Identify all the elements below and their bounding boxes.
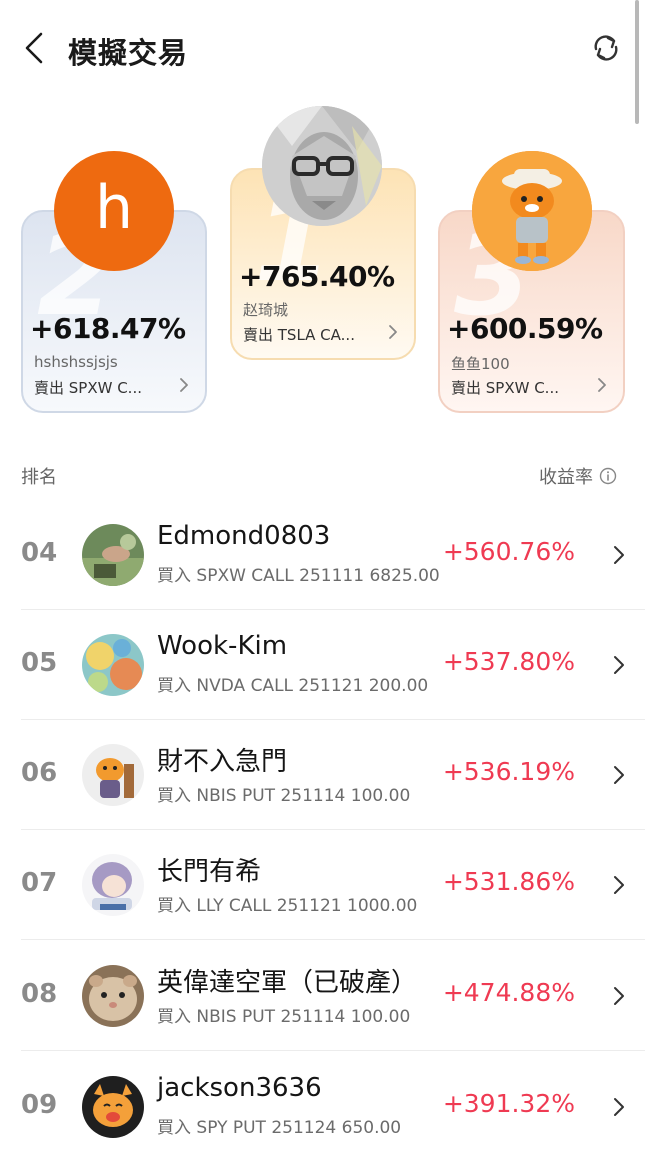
chevron-right-icon — [180, 378, 188, 392]
ranking-row[interactable]: 05 Wook-Kim 買入 NVDA CALL 251121 200.00 +… — [0, 610, 645, 720]
user-name: 英偉達空軍（已破產） — [157, 968, 418, 998]
divider — [21, 939, 645, 940]
rank-number: 04 — [21, 538, 58, 568]
info-icon[interactable] — [599, 467, 617, 485]
return-percent: +560.76% — [442, 537, 575, 566]
chevron-right-icon — [614, 656, 624, 674]
chevron-right-icon — [389, 325, 397, 339]
page-title: 模擬交易 — [68, 36, 189, 70]
back-button[interactable] — [14, 28, 54, 68]
rank-number: 07 — [21, 868, 58, 898]
avatar[interactable] — [262, 106, 382, 226]
top-bar: 模擬交易 — [0, 0, 645, 100]
avatar-image — [82, 1076, 144, 1138]
avatar[interactable] — [82, 1076, 144, 1138]
trade-summary: 賣出 SPXW C... — [451, 379, 559, 397]
avatar-initial: h — [94, 173, 134, 243]
avatar[interactable] — [82, 854, 144, 916]
avatar-image — [82, 965, 144, 1027]
avatar-image — [82, 524, 144, 586]
chevron-right-icon — [598, 378, 606, 392]
rank-column-header: 排名 — [21, 467, 57, 488]
chevron-right-icon — [614, 766, 624, 784]
user-name: 长門有希 — [157, 857, 262, 887]
return-column-header[interactable]: 收益率 — [539, 463, 617, 489]
rank-number: 08 — [21, 979, 58, 1009]
return-percent: +536.19% — [442, 757, 575, 786]
user-name: 鱼鱼100 — [451, 355, 510, 373]
divider — [21, 1050, 645, 1051]
return-percent: +618.47% — [30, 312, 186, 345]
chevron-right-icon — [614, 546, 624, 564]
avatar-image — [82, 634, 144, 696]
trade-summary: 賣出 TSLA CA... — [243, 326, 355, 344]
avatar[interactable] — [82, 744, 144, 806]
portrait-image — [262, 106, 382, 226]
user-name: Edmond0803 — [157, 521, 331, 551]
rank-number: 06 — [21, 758, 58, 788]
ranking-row[interactable]: 07 长門有希 買入 LLY CALL 251121 1000.00 +531.… — [0, 830, 645, 940]
return-percent: +531.86% — [442, 867, 575, 896]
trade-summary: 買入 NBIS PUT 251114 100.00 — [157, 1007, 411, 1027]
user-name: Wook-Kim — [157, 631, 288, 661]
user-name: jackson3636 — [157, 1073, 322, 1103]
ranking-row[interactable]: 08 英偉達空軍（已破產） 買入 NBIS PUT 251114 100.00 … — [0, 941, 645, 1051]
avatar[interactable]: h — [54, 151, 174, 271]
user-name: hshshssjsjs — [34, 353, 118, 371]
avatar-image — [82, 854, 144, 916]
trade-summary: 買入 SPXW CALL 251111 6825.00 — [157, 566, 440, 586]
return-percent: +765.40% — [239, 260, 395, 293]
chevron-right-icon — [614, 1098, 624, 1116]
chevron-right-icon — [614, 876, 624, 894]
ranking-row[interactable]: 04 Edmond0803 買入 SPXW CALL 251111 6825.0… — [0, 500, 645, 610]
return-percent: +600.59% — [447, 312, 603, 345]
mascot-image — [472, 151, 592, 271]
avatar[interactable] — [472, 151, 592, 271]
user-name: 赵琦城 — [243, 301, 289, 319]
refresh-button[interactable] — [586, 28, 626, 68]
chevron-right-icon — [614, 987, 624, 1005]
return-percent: +537.80% — [442, 647, 575, 676]
refresh-icon — [594, 35, 618, 61]
user-name: 財不入急門 — [157, 747, 288, 777]
rank-number: 05 — [21, 648, 58, 678]
trade-summary: 買入 NVDA CALL 251121 200.00 — [157, 676, 429, 696]
trade-summary: 買入 NBIS PUT 251114 100.00 — [157, 786, 411, 806]
back-arrow-icon — [25, 32, 43, 64]
ranking-row[interactable]: 09 jackson3636 買入 SPY PUT 251124 650.00 … — [0, 1052, 645, 1162]
avatar-image — [82, 744, 144, 806]
trade-summary: 賣出 SPXW C... — [34, 379, 142, 397]
avatar[interactable] — [82, 965, 144, 1027]
return-percent: +474.88% — [442, 978, 575, 1007]
rank-number: 09 — [21, 1090, 58, 1120]
ranking-row[interactable]: 06 財不入急門 買入 NBIS PUT 251114 100.00 +536.… — [0, 720, 645, 830]
return-percent: +391.32% — [442, 1089, 575, 1118]
trade-summary: 買入 SPY PUT 251124 650.00 — [157, 1118, 402, 1138]
trade-summary: 買入 LLY CALL 251121 1000.00 — [157, 896, 418, 916]
avatar[interactable] — [82, 524, 144, 586]
avatar[interactable] — [82, 634, 144, 696]
scrollbar[interactable] — [635, 0, 639, 124]
return-column-label: 收益率 — [539, 467, 593, 488]
